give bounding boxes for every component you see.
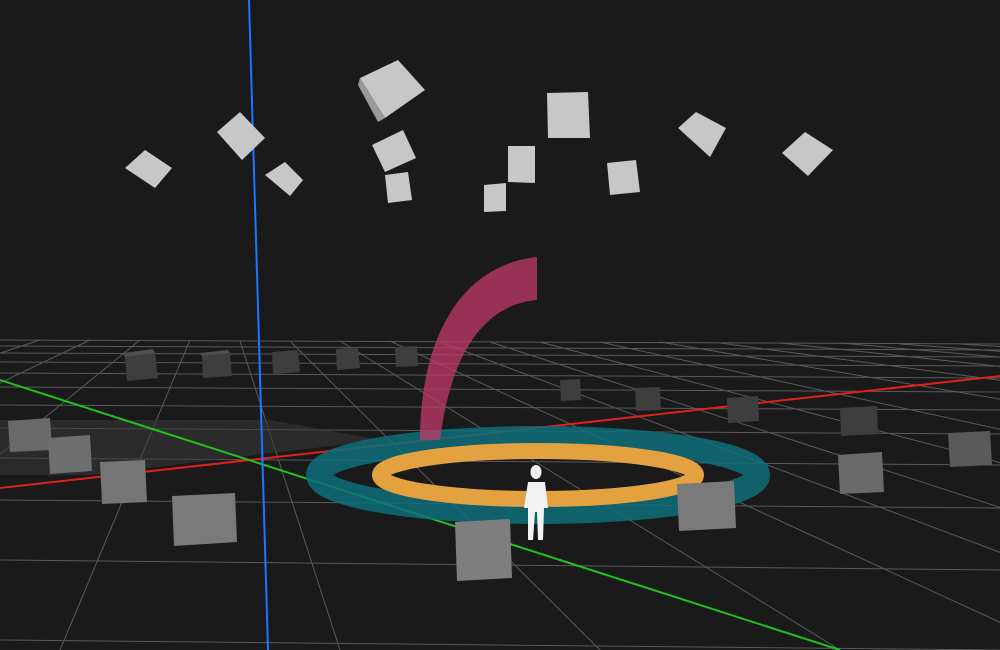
ground-cube[interactable] — [677, 481, 736, 531]
ground-cube[interactable] — [48, 435, 92, 474]
ground-cube[interactable] — [200, 350, 232, 378]
ground-cube[interactable] — [838, 452, 884, 494]
floating-cube[interactable] — [484, 183, 506, 212]
3d-viewport[interactable] — [0, 0, 1000, 650]
ground-cube[interactable] — [455, 519, 512, 581]
floating-cube[interactable] — [547, 92, 590, 138]
ground-cube[interactable] — [336, 347, 360, 370]
ground-cube[interactable] — [123, 349, 158, 381]
ground-cube[interactable] — [272, 350, 300, 374]
floating-cube[interactable] — [385, 172, 412, 203]
ground-cube[interactable] — [948, 431, 992, 467]
ground-cube[interactable] — [727, 396, 759, 423]
ground-cube[interactable] — [560, 379, 581, 401]
floating-cube[interactable] — [508, 146, 535, 183]
ground-cube[interactable] — [635, 387, 661, 411]
ground-cube[interactable] — [172, 493, 237, 546]
ground-cube[interactable] — [8, 418, 52, 452]
ground-cube[interactable] — [840, 406, 878, 436]
ground-cube[interactable] — [395, 346, 418, 367]
scene-canvas[interactable] — [0, 0, 1000, 650]
floating-cube[interactable] — [607, 160, 640, 195]
ground-cube[interactable] — [100, 460, 147, 504]
